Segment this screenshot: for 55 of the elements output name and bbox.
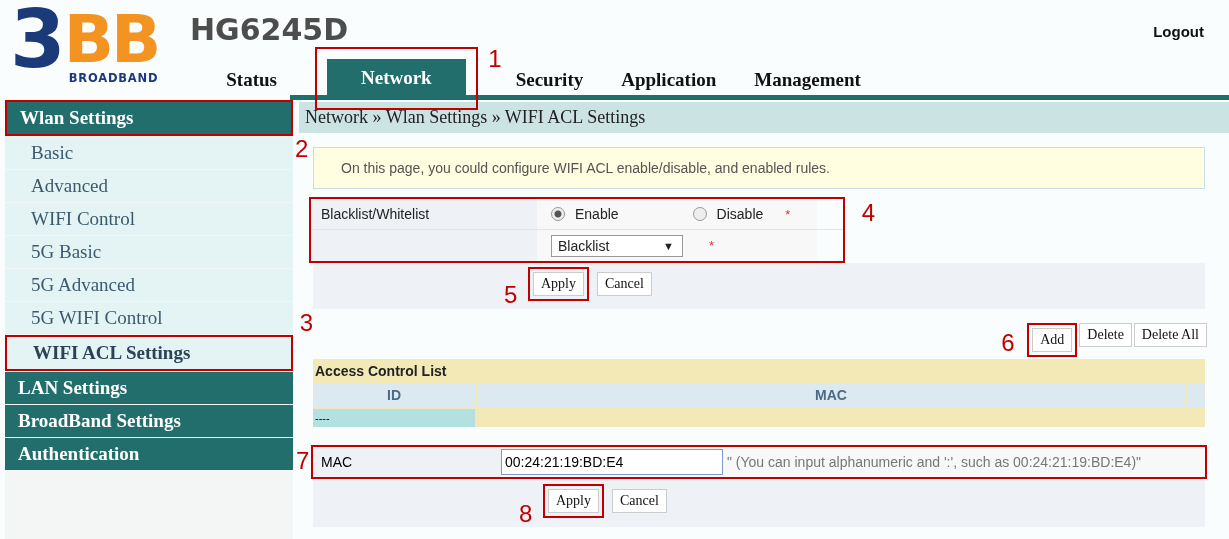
nav-tab[interactable]: Status	[226, 69, 277, 95]
action-button[interactable]: Delete	[1079, 323, 1132, 347]
sidebar-item[interactable]: Basic	[5, 137, 293, 169]
action-button[interactable]: Cancel	[612, 489, 667, 513]
logo-letters: BB	[63, 12, 159, 68]
nav-tab[interactable]: Security	[515, 69, 584, 95]
sidebar-item[interactable]: Advanced	[5, 170, 293, 202]
nav-tab[interactable]: Management	[754, 69, 861, 95]
sidebar-item[interactable]: WIFI ACL Settings	[7, 337, 291, 369]
callout-number: 1	[488, 47, 502, 71]
caret-icon: ▼	[663, 239, 674, 252]
callout-number: 4	[861, 201, 875, 225]
sidebar-item[interactable]: 5G Basic	[5, 236, 293, 268]
callout-number: 6	[1001, 331, 1015, 355]
info-message: On this page, you could configure WIFI ACL enable/disable, and enabled rules.	[313, 147, 1205, 189]
nav-tab[interactable]: Application	[621, 69, 717, 95]
sidebar-group[interactable]: Wlan Settings	[7, 102, 291, 134]
column-header	[1187, 383, 1205, 407]
action-button[interactable]: Cancel	[597, 272, 652, 296]
nav-tab[interactable]: Network	[327, 59, 466, 95]
sidebar-item[interactable]: 5G WIFI Control	[5, 302, 293, 334]
radio-button[interactable]	[551, 207, 565, 221]
sidebar-group[interactable]: LAN Settings	[5, 372, 293, 404]
field-label: MAC	[313, 447, 501, 477]
sidebar-group[interactable]: BroadBand Settings	[5, 405, 293, 437]
action-button[interactable]: Apply	[533, 272, 584, 296]
breadcrumb: Network » Wlan Settings » WIFI ACL Settings	[299, 102, 1229, 133]
logo-tagline: BROADBAND	[68, 71, 159, 85]
action-button[interactable]: Delete All	[1133, 323, 1207, 347]
input-hint: " (You can input alphanumeric and ':', such as 00:24:21:19:BD:E4)"	[726, 453, 1142, 472]
field-label: Blacklist/Whitelist	[311, 199, 537, 229]
callout-number: 2	[295, 137, 309, 161]
radio-label: Enable	[575, 206, 619, 222]
radio-button[interactable]	[692, 207, 707, 221]
action-button[interactable]: Add	[1032, 328, 1073, 352]
sidebar-item[interactable]: WIFI Control	[5, 203, 293, 235]
logo-numeral: 3	[10, 0, 64, 80]
table-title: Access Control List	[314, 362, 448, 381]
mode-select[interactable]: Blacklist ▼	[551, 234, 683, 257]
column-header: MAC	[477, 383, 1185, 407]
logout-link[interactable]: Logout	[1153, 23, 1204, 40]
callout-number: 5	[504, 283, 518, 307]
required-mark: *	[785, 206, 791, 222]
column-header: ID	[313, 383, 475, 407]
required-mark: *	[709, 238, 715, 253]
callout-number: 7	[296, 449, 310, 473]
action-button[interactable]: Apply	[548, 489, 599, 513]
callout-number: 3	[299, 311, 313, 335]
mac-input[interactable]: 00:24:21:19:BD:E4	[501, 449, 723, 475]
callout-number: 8	[519, 502, 533, 526]
model-name: HG6245D	[190, 12, 349, 47]
sidebar-group[interactable]: Authentication	[5, 438, 293, 470]
sidebar-item[interactable]: 5G Advanced	[5, 269, 293, 301]
radio-label: Disable	[716, 206, 764, 222]
table-cell: ----	[313, 409, 475, 427]
